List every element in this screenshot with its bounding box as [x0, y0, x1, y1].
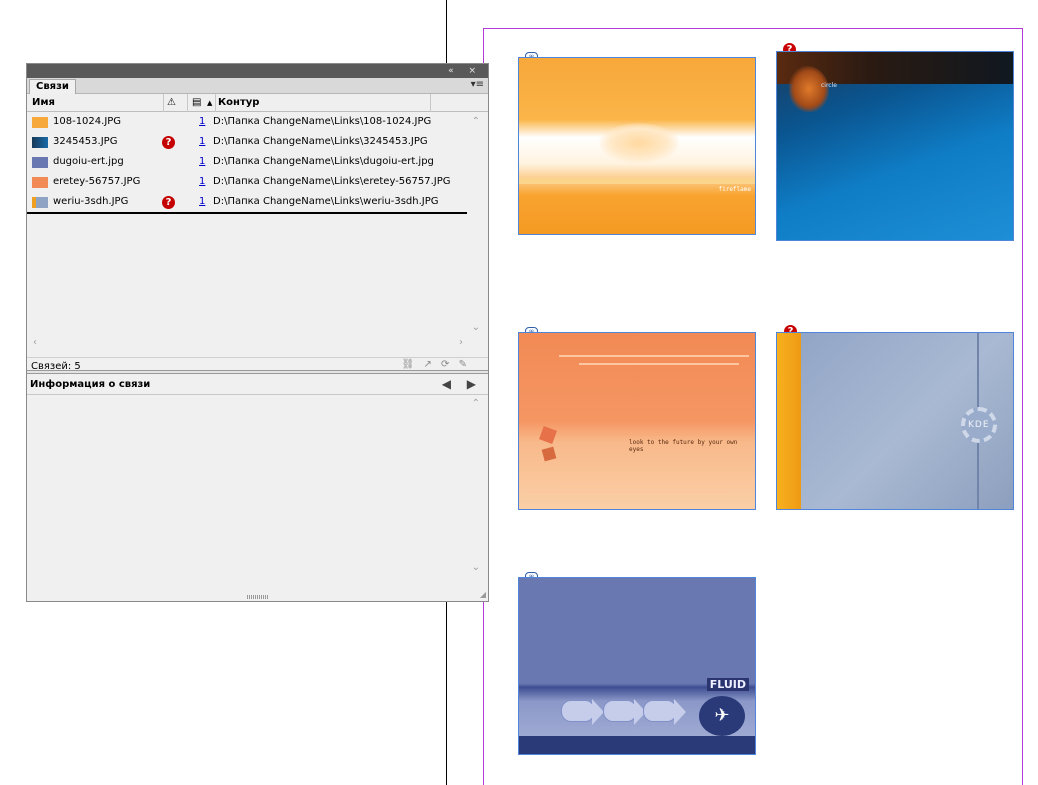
link-tools-icons[interactable]: ⛓ ↗ ⟳ ✎	[402, 359, 470, 370]
table-row[interactable]: weriu-3sdh.JPG ? 1 D:\Папка ChangeName\L…	[27, 192, 467, 212]
arrow-icon	[561, 699, 604, 725]
links-panel: « × Связи ▾≡ Имя ⚠ ▤ ▲ Контур 108-1024.J…	[26, 63, 489, 602]
link-info-header: Информация о связи ◀ ▶	[27, 375, 488, 395]
scroll-right-icon[interactable]: ›	[459, 337, 463, 348]
image-frame-dugoiu-ert[interactable]: ✈ FLUID	[518, 577, 756, 755]
thumbnail	[32, 137, 48, 148]
scroll-up-icon[interactable]: ⌃	[472, 398, 480, 409]
arrow-icon	[643, 699, 686, 725]
table-row[interactable]: eretey-56757.JPG 1 D:\Папка ChangeName\L…	[27, 172, 467, 192]
page-link[interactable]: 1	[199, 156, 205, 167]
panel-splitter[interactable]	[27, 370, 488, 374]
page-link[interactable]: 1	[199, 116, 205, 127]
list-end-divider	[27, 212, 467, 214]
page-link[interactable]: 1	[199, 176, 205, 187]
airplane-icon: ✈	[699, 696, 745, 736]
panel-titlebar[interactable]: « ×	[27, 64, 488, 78]
page-column-icon[interactable]: ▤	[192, 97, 201, 108]
column-path[interactable]: Контур	[218, 97, 259, 108]
scroll-down-icon[interactable]: ⌄	[472, 562, 480, 573]
missing-link-icon: ?	[162, 196, 175, 209]
table-row[interactable]: dugoiu-ert.jpg 1 D:\Папка ChangeName\Lin…	[27, 152, 467, 172]
arrow-icon	[603, 699, 646, 725]
thumbnail	[32, 117, 48, 128]
resize-corner-icon[interactable]: ◢	[480, 590, 486, 599]
sort-ascending-icon: ▲	[207, 99, 213, 107]
thumbnail	[32, 177, 48, 188]
image-frame-eretey-56757[interactable]: look to the future by your own eyes	[518, 332, 756, 510]
links-list: 108-1024.JPG 1 D:\Папка ChangeName\Links…	[27, 112, 488, 357]
thumbnail	[32, 197, 48, 208]
page-link[interactable]: 1	[199, 136, 205, 147]
panel-menu-icon[interactable]: ▾≡	[471, 79, 484, 90]
column-header: Имя ⚠ ▤ ▲ Контур	[27, 94, 488, 112]
column-name[interactable]: Имя	[32, 97, 55, 108]
table-row[interactable]: 3245453.JPG ? 1 D:\Папка ChangeName\Link…	[27, 132, 467, 152]
scroll-up-icon[interactable]: ⌃	[472, 116, 480, 127]
scroll-down-icon[interactable]: ⌄	[472, 322, 480, 333]
panel-tab-row: Связи ▾≡	[27, 78, 488, 94]
image-frame-3245453[interactable]: circle	[776, 51, 1014, 241]
resize-grip[interactable]	[247, 595, 269, 599]
prev-next-arrows-icon[interactable]: ◀ ▶	[442, 377, 482, 391]
scroll-left-icon[interactable]: ‹	[33, 337, 37, 348]
tab-links[interactable]: Связи	[29, 79, 76, 94]
thumbnail	[32, 157, 48, 168]
image-frame-108-1024[interactable]: fireflame	[518, 57, 756, 235]
panel-collapse-close-buttons[interactable]: « ×	[448, 64, 482, 78]
warning-column-icon[interactable]: ⚠	[167, 97, 176, 108]
table-row[interactable]: 108-1024.JPG 1 D:\Папка ChangeName\Links…	[27, 112, 467, 132]
page-link[interactable]: 1	[199, 196, 205, 207]
link-info-title[interactable]: Информация о связи	[30, 379, 150, 390]
image-frame-weriu-3sdh[interactable]: KDE	[776, 332, 1014, 510]
missing-link-icon: ?	[162, 136, 175, 149]
